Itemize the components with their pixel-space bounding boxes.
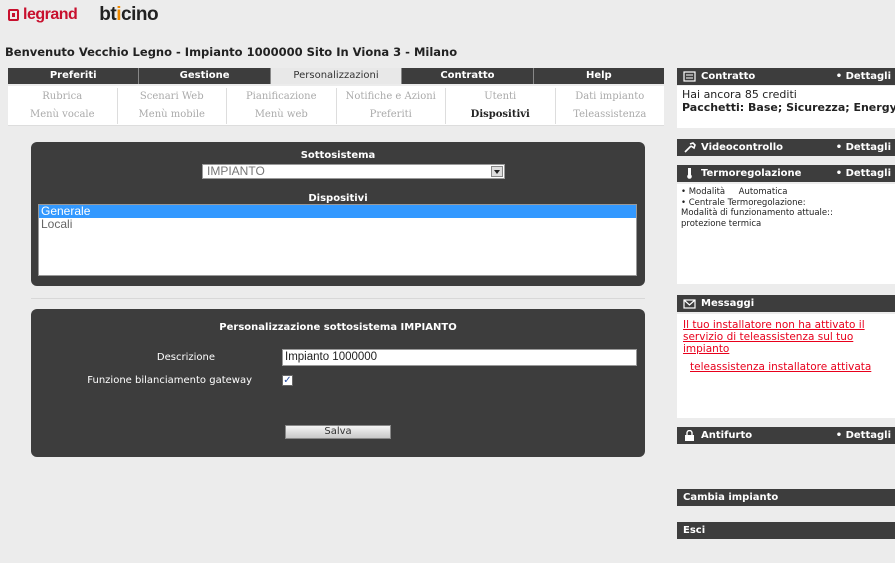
messaggi-header: Messaggi (677, 295, 895, 312)
save-button[interactable]: Salva (285, 425, 391, 439)
termoregolazione-title: Termoregolazione (701, 168, 802, 179)
contratto-header: Contratto • Dettagli (677, 68, 895, 85)
list-item-locali[interactable]: Locali (39, 218, 636, 231)
sottosistema-select[interactable]: IMPIANTO (202, 164, 505, 179)
funzionamento-text: Modalità di funzionamento attuale:: (681, 208, 833, 218)
antifurto-details-link[interactable]: • Dettagli (836, 427, 891, 444)
subnav-utenti[interactable]: Utenti (446, 88, 556, 106)
sottosistema-title: Sottosistema (300, 150, 376, 161)
tab-contratto[interactable]: Contratto (402, 68, 534, 84)
subnav-scenari-web[interactable]: Scenari Web (118, 88, 227, 106)
crediti-text: Hai ancora 85 crediti (682, 88, 797, 101)
contratto-details-link[interactable]: • Dettagli (836, 68, 891, 85)
dispositivi-title: Dispositivi (308, 193, 368, 204)
list-item-generale[interactable]: Generale (39, 205, 636, 218)
lock-icon (685, 430, 694, 441)
thermometer-icon (687, 168, 692, 179)
pacchetti-text: Pacchetti: Base; Sicurezza; Energy; (682, 101, 895, 114)
envelope-icon (683, 299, 696, 309)
tab-gestione[interactable]: Gestione (139, 68, 271, 84)
sub-navigation: Rubrica Scenari Web Pianificazione Notif… (8, 86, 664, 126)
sottosistema-select-value: IMPIANTO (207, 164, 265, 178)
messaggi-box: Il tuo installatore non ha attivato il s… (677, 314, 895, 418)
welcome-text: Benvenuto Vecchio Legno - Impianto 10000… (5, 45, 458, 59)
contratto-box: Hai ancora 85 crediti Pacchetti: Base; S… (677, 86, 895, 128)
personalizzazione-title: Personalizzazione sottosistema IMPIANTO (219, 322, 457, 333)
subnav-dati-impianto[interactable]: Dati impianto (556, 88, 665, 106)
tab-preferiti[interactable]: Preferiti (8, 68, 140, 84)
bticino-logo: bticino (99, 4, 159, 25)
termoregolazione-header: Termoregolazione • Dettagli (677, 165, 895, 182)
subnav-teleassistenza[interactable]: Teleassistenza (556, 106, 665, 124)
message-teleassistenza-attivata[interactable]: teleassistenza installatore attivata (683, 361, 889, 373)
sottosistema-panel: Sottosistema IMPIANTO Dispositivi Genera… (31, 142, 645, 286)
termoregolazione-details-link[interactable]: • Dettagli (836, 165, 891, 182)
gateway-label: Funzione bilanciamento gateway (87, 375, 252, 386)
contratto-title: Contratto (701, 71, 756, 82)
dispositivi-list[interactable]: Generale Locali (38, 204, 637, 276)
document-icon (683, 71, 696, 82)
subnav-menu-web[interactable]: Menù web (227, 106, 337, 124)
divider (31, 298, 645, 299)
right-sidebar: Contratto • Dettagli Hai ancora 85 credi… (677, 0, 895, 563)
wrench-icon (684, 142, 696, 153)
modalita-text: • Modalità Automatica (681, 187, 788, 197)
videocontrollo-details-link[interactable]: • Dettagli (836, 139, 891, 156)
subnav-rubrica[interactable]: Rubrica (8, 88, 118, 106)
personalizzazione-panel: Personalizzazione sottosistema IMPIANTO … (31, 309, 645, 457)
chevron-down-icon[interactable] (491, 166, 503, 177)
cambia-impianto-button[interactable]: Cambia impianto (677, 489, 895, 506)
videocontrollo-header: Videocontrollo • Dettagli (677, 139, 895, 156)
esci-button[interactable]: Esci (677, 522, 895, 539)
termoregolazione-box: • Modalità Automatica • Centrale Termore… (677, 184, 895, 284)
descrizione-input[interactable]: Impianto 1000000 (282, 349, 637, 366)
brand-logos: legrand bticino (8, 2, 159, 28)
message-teleassistenza-non-attiva[interactable]: Il tuo installatore non ha attivato il s… (683, 319, 889, 355)
main-tabs: Preferiti Gestione Personalizzazioni Con… (8, 68, 664, 84)
descrizione-label: Descrizione (156, 352, 215, 363)
subnav-pianificazione[interactable]: Pianificazione (227, 88, 337, 106)
gateway-checkbox[interactable]: ✓ (282, 375, 293, 386)
subnav-notifiche-azioni[interactable]: Notifiche e Azioni (337, 88, 446, 106)
subnav-menu-mobile[interactable]: Menù mobile (118, 106, 227, 124)
subnav-preferiti[interactable]: Preferiti (337, 106, 446, 124)
protezione-text: protezione termica (681, 218, 762, 229)
centrale-text: • Centrale Termoregolazione: (681, 197, 806, 208)
messaggi-title: Messaggi (701, 298, 755, 309)
antifurto-title: Antifurto (701, 430, 753, 441)
videocontrollo-title: Videocontrollo (701, 142, 784, 153)
tab-personalizzazioni[interactable]: Personalizzazioni (270, 68, 403, 84)
antifurto-header: Antifurto • Dettagli (677, 427, 895, 444)
legrand-logo: legrand (8, 6, 78, 24)
tab-help[interactable]: Help (534, 68, 664, 84)
subnav-dispositivi[interactable]: Dispositivi (446, 106, 556, 124)
subnav-menu-vocale[interactable]: Menù vocale (8, 106, 118, 124)
